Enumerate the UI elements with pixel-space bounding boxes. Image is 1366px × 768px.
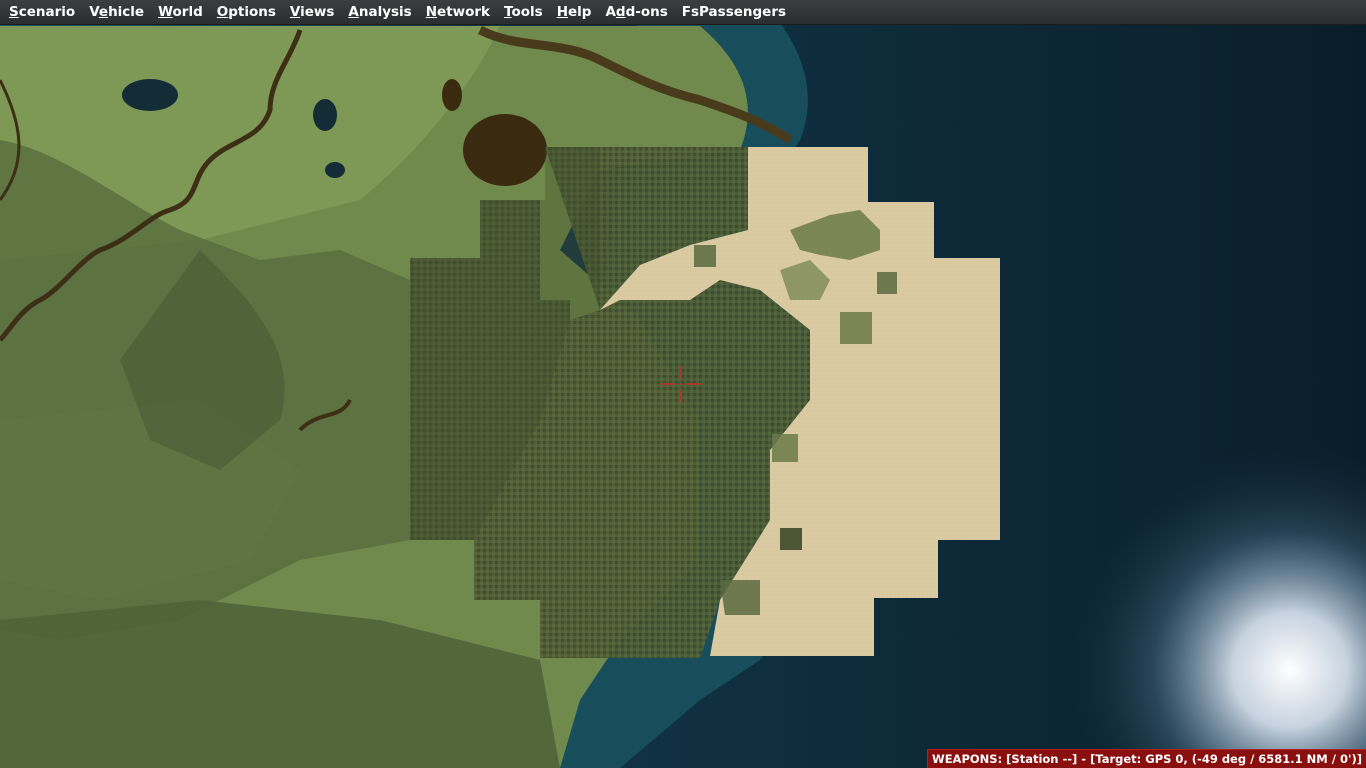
menu-options[interactable]: Options: [210, 0, 283, 25]
menu-world[interactable]: World: [151, 0, 210, 25]
menu-fspassengers[interactable]: FsPassengers: [675, 0, 793, 25]
menu-bar: Scenario Vehicle World Options Views Ana…: [0, 0, 1366, 25]
menu-scenario[interactable]: Scenario: [2, 0, 82, 25]
menu-views[interactable]: Views: [283, 0, 342, 25]
weapons-status-bar: WEAPONS: [Station --] - [Target: GPS 0, …: [927, 749, 1366, 768]
crosshair-icon: [660, 366, 702, 402]
menu-network[interactable]: Network: [419, 0, 497, 25]
menu-help[interactable]: Help: [550, 0, 599, 25]
sim-viewport[interactable]: [0, 0, 1366, 768]
menu-vehicle[interactable]: Vehicle: [82, 0, 151, 25]
menu-tools[interactable]: Tools: [497, 0, 550, 25]
menu-add-ons[interactable]: Add-ons: [598, 0, 674, 25]
menu-analysis[interactable]: Analysis: [341, 0, 418, 25]
